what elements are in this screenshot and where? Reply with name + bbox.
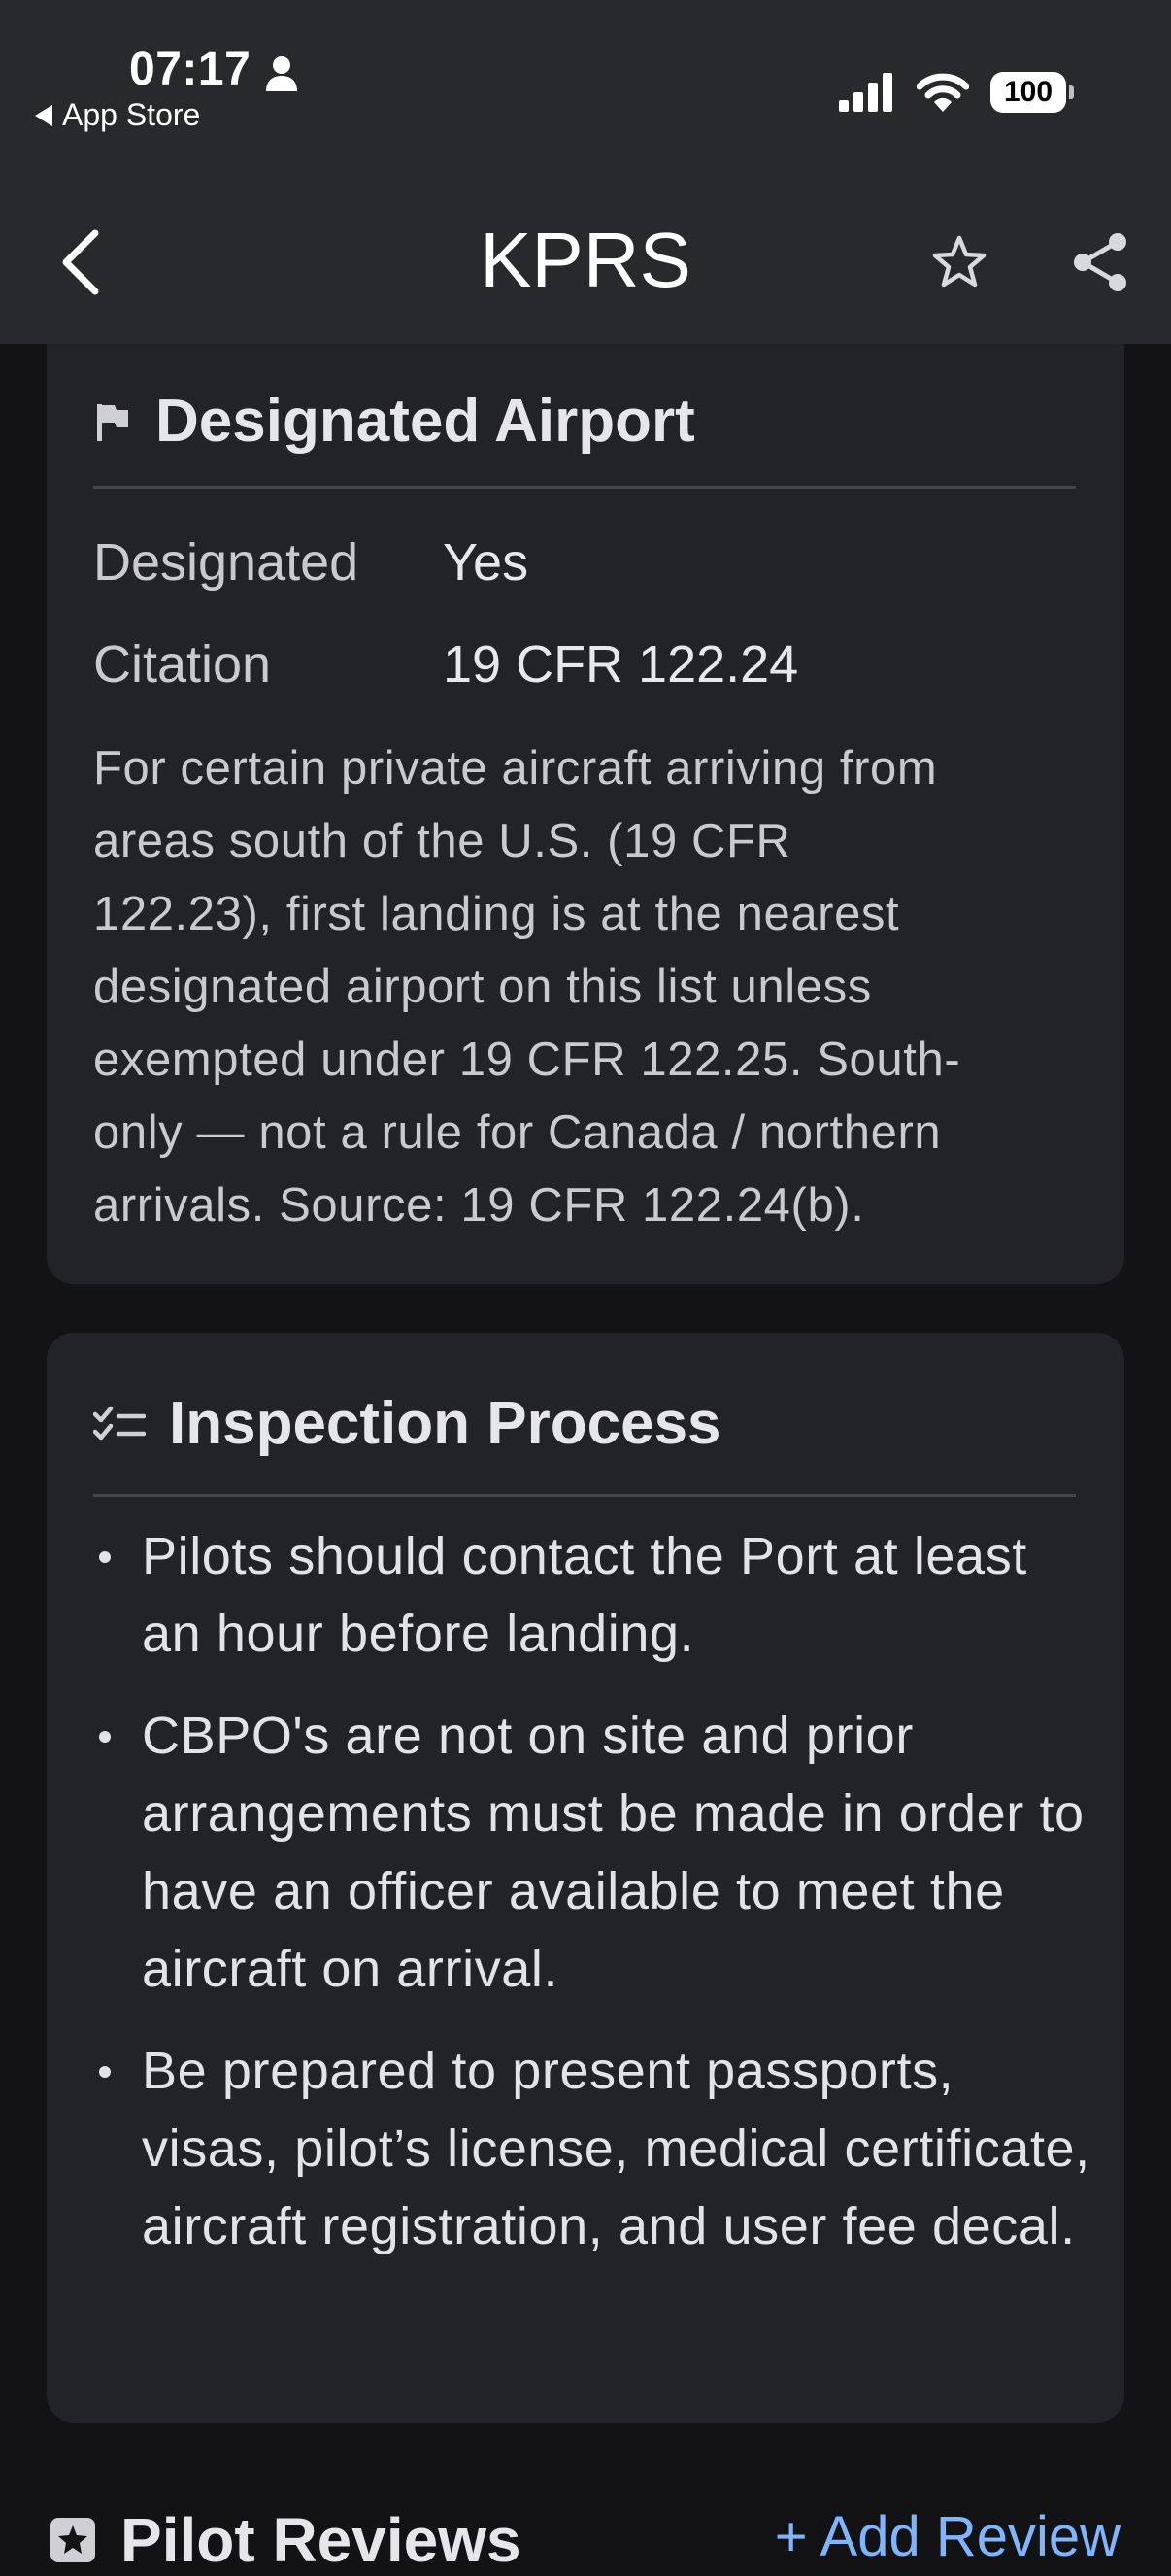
wifi-icon [917, 73, 969, 112]
designated-airport-header: Designated Airport [93, 387, 695, 456]
kv-value: 19 CFR 122.24 [443, 635, 799, 694]
kv-value: Yes [443, 533, 529, 592]
inspection-process-header: Inspection Process [93, 1389, 721, 1458]
review-star-icon [50, 2518, 95, 2562]
kv-key: Citation [93, 635, 272, 694]
list-item-text: Pilots should contact the Port at least … [142, 1527, 1027, 1663]
note-line: 122.23), first landing is at the nearest [93, 888, 900, 940]
divider [93, 486, 1076, 489]
note-line: exempted under 19 CFR 122.25. South- [93, 1034, 961, 1086]
note-line: only — not a rule for Canada / northern [93, 1106, 942, 1159]
list-item-text: Be prepared to present passports, visas,… [142, 2042, 1090, 2255]
flag-icon [97, 403, 128, 441]
section-title: Pilot Reviews [120, 2505, 521, 2575]
card-title: Inspection Process [169, 1390, 721, 1457]
inspection-process-card: Inspection Process Pilots should contact… [47, 1333, 1124, 2423]
note-line: areas south of the U.S. (19 CFR [93, 815, 791, 867]
designated-airport-card: Designated Airport Designated Yes Citati… [47, 321, 1124, 1284]
checklist-icon [93, 1406, 146, 1440]
share-icon[interactable] [1070, 231, 1130, 293]
bullet-dot [99, 1731, 111, 1743]
list-item: Pilots should contact the Port at least … [93, 1517, 1093, 1673]
designation-note: For certain private aircraft arriving fr… [93, 732, 1093, 1242]
inspection-list: Pilots should contact the Port at least … [93, 1517, 1093, 2289]
divider [93, 1494, 1076, 1497]
status-time: 07:17 [129, 44, 251, 95]
battery-indicator: 100 [990, 72, 1074, 113]
note-line: For certain private aircraft arriving fr… [93, 742, 938, 795]
top-bar: 07:17 App Store 100 KPRS [0, 0, 1171, 344]
kv-key: Designated [93, 533, 359, 592]
status-indicators: 100 [839, 72, 1074, 113]
note-line: designated airport on this list unless [93, 961, 872, 1013]
page-title: KPRS [480, 217, 691, 303]
person-icon [266, 56, 297, 91]
back-triangle-icon [35, 104, 52, 126]
card-title: Designated Airport [155, 388, 695, 455]
back-app-label: App Store [62, 97, 201, 132]
add-review-button[interactable]: + Add Review [775, 2504, 1121, 2569]
bullet-dot [99, 2066, 111, 2078]
pilot-reviews-header: Pilot Reviews [49, 2504, 521, 2576]
list-item: Be prepared to present passports, visas,… [93, 2032, 1093, 2265]
list-item-text: CBPO's are not on site and prior arrange… [142, 1707, 1085, 1998]
list-item: CBPO's are not on site and prior arrange… [93, 1697, 1093, 2008]
bullet-dot [99, 1551, 111, 1563]
back-to-app-link[interactable]: App Store [35, 97, 200, 133]
cellular-signal-icon [839, 73, 892, 112]
favorite-star-icon[interactable] [930, 233, 988, 291]
note-line: arrivals. Source: 19 CFR 122.24(b). [93, 1179, 865, 1232]
